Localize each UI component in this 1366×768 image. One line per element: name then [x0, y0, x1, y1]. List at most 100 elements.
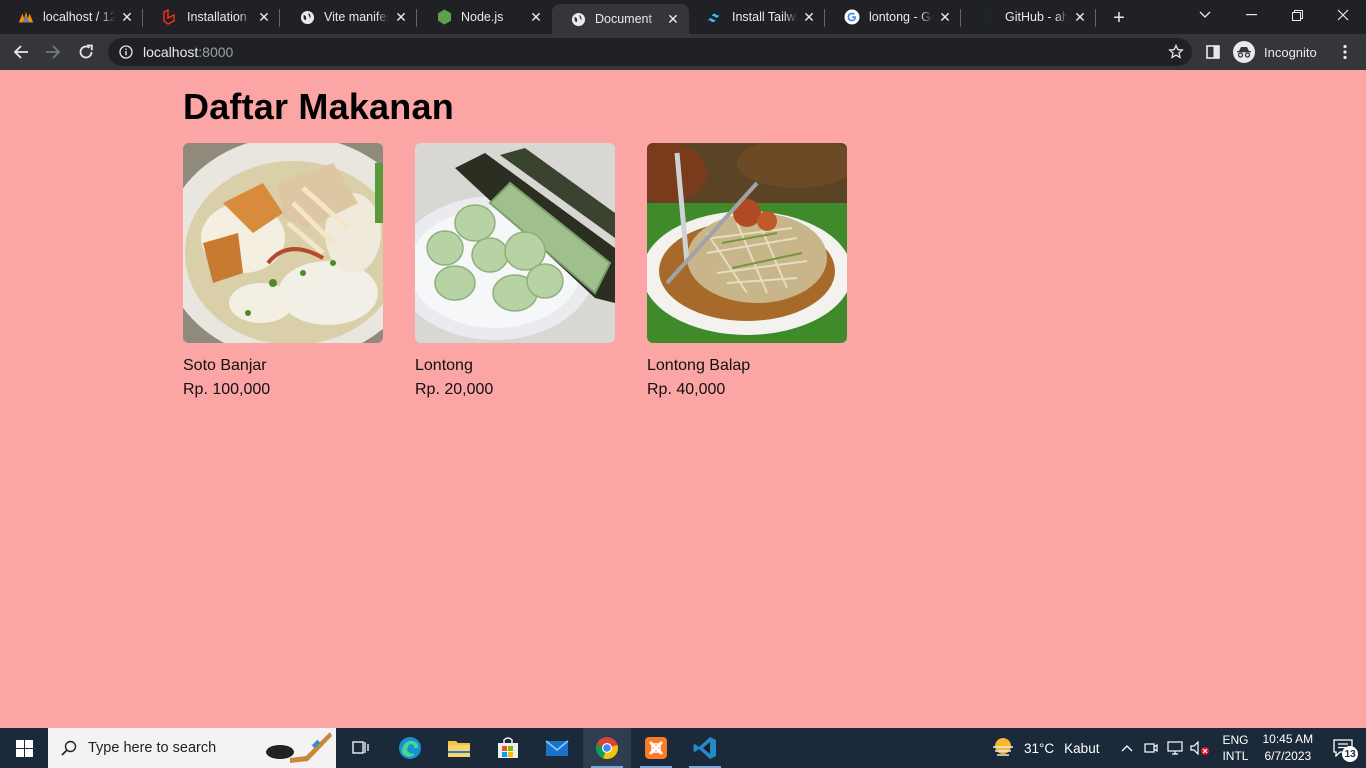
start-button[interactable] [0, 728, 48, 768]
arrow-right-icon [46, 45, 61, 59]
weather-condition[interactable]: Kabut [1064, 741, 1099, 756]
minimize-button[interactable] [1228, 0, 1274, 30]
xampp-icon [645, 737, 667, 759]
arrow-left-icon [13, 45, 28, 59]
close-tab-icon[interactable]: ✕ [937, 9, 953, 25]
kebab-menu-icon [1343, 44, 1347, 60]
chrome-icon [595, 737, 618, 760]
tab-document[interactable]: Document ✕ [552, 4, 689, 34]
tab-label: Document [595, 12, 652, 26]
close-icon [1337, 9, 1349, 21]
tab-laravel[interactable]: Installation - Laravel ✕ [144, 0, 280, 34]
search-icon [61, 740, 77, 756]
notification-center-button[interactable]: 13 [1333, 739, 1359, 762]
close-tab-icon[interactable]: ✕ [801, 9, 817, 25]
taskbar-microsoft-store[interactable] [484, 728, 532, 768]
close-tab-icon[interactable]: ✕ [1072, 9, 1088, 25]
incognito-label: Incognito [1264, 44, 1317, 60]
keyboard-layout: INTL [1222, 749, 1249, 763]
page-title: Daftar Makanan [183, 86, 454, 127]
food-name: Lontong Balap [647, 357, 751, 374]
taskbar-xampp[interactable] [632, 728, 680, 768]
url-host: localhost [143, 44, 199, 60]
food-name: Lontong [415, 357, 473, 374]
language-indicator[interactable]: ENG INTL [1222, 732, 1248, 764]
clock[interactable]: 10:45 AM 6/7/2023 [1262, 731, 1313, 765]
close-tab-icon[interactable]: ✕ [528, 9, 544, 25]
windows-logo-icon [15, 739, 33, 757]
close-tab-icon[interactable]: ✕ [119, 9, 135, 25]
lontong-balap-photo [647, 143, 847, 343]
side-panel-icon [1206, 45, 1220, 59]
side-panel-button[interactable] [1199, 38, 1227, 66]
edge-icon [399, 737, 421, 759]
vscode-icon [693, 737, 716, 759]
taskbar-vscode[interactable] [681, 728, 729, 768]
tab-nodejs[interactable]: Node.js ✕ [418, 0, 552, 34]
tab-label: localhost / 127.0.0.1 [43, 10, 115, 24]
incognito-profile-button[interactable]: Incognito [1233, 38, 1327, 66]
tab-search-button[interactable] [1182, 0, 1228, 30]
task-view-button[interactable] [336, 728, 384, 768]
close-tab-icon[interactable]: ✕ [256, 9, 272, 25]
chevron-down-icon [1199, 11, 1211, 18]
tab-label: Install Tailwind CSS [732, 10, 797, 24]
github-icon [980, 9, 996, 25]
tab-google-search[interactable]: lontong - Google Search ✕ [826, 0, 961, 34]
search-placeholder: Type here to search [88, 740, 217, 756]
url-text[interactable]: localhost:8000 [143, 44, 233, 60]
close-window-button[interactable] [1320, 0, 1366, 30]
notification-count-badge: 13 [1342, 746, 1359, 762]
tab-tailwind[interactable]: Install Tailwind CSS ✕ [689, 0, 825, 34]
food-price: Rp. 20,000 [415, 381, 494, 398]
tab-vite-manifest[interactable]: Vite manifest ✕ [281, 0, 417, 34]
taskbar-file-explorer[interactable] [435, 728, 483, 768]
back-button[interactable] [7, 38, 35, 66]
food-card: Soto Banjar Rp. 100,000 [183, 143, 383, 402]
store-icon [498, 737, 518, 758]
google-icon [844, 9, 860, 25]
tab-label: Node.js [461, 10, 504, 24]
close-tab-icon[interactable]: ✕ [665, 11, 681, 27]
taskbar-mail[interactable] [533, 728, 581, 768]
system-tray: 31°C Kabut ENG INTL 10:45 AM 6/7/2023 13 [990, 728, 1366, 768]
browser-tab-strip: localhost / 127.0.0.1 ✕ Installation - L… [0, 0, 1366, 34]
taskbar-chrome[interactable] [583, 728, 631, 768]
reload-icon [79, 44, 93, 59]
lontong-photo [415, 143, 615, 343]
weather-haze-icon[interactable] [990, 737, 1016, 759]
reload-button[interactable] [72, 38, 100, 66]
taskbar-edge[interactable] [386, 728, 434, 768]
new-tab-button[interactable]: + [1108, 7, 1130, 29]
meet-now-icon[interactable] [1144, 741, 1159, 755]
network-icon[interactable] [1167, 741, 1184, 755]
tab-label: GitHub - ahm [1005, 10, 1068, 24]
task-view-icon [352, 741, 369, 754]
url-port: :8000 [198, 44, 234, 60]
address-bar[interactable]: localhost:8000 [108, 38, 1192, 66]
tab-github[interactable]: GitHub - ahm ✕ [962, 0, 1096, 34]
mail-icon [545, 740, 569, 756]
taskbar-search-box[interactable]: Type here to search [48, 728, 336, 768]
food-card: Lontong Balap Rp. 40,000 [647, 143, 847, 402]
restore-icon [1291, 9, 1303, 21]
tab-phpmyadmin[interactable]: localhost / 127.0.0.1 ✕ [0, 0, 143, 34]
laravel-icon [162, 9, 178, 25]
close-tab-icon[interactable]: ✕ [393, 9, 409, 25]
language-code: ENG [1222, 733, 1249, 747]
clock-time: 10:45 AM [1262, 732, 1314, 746]
tailwind-icon [707, 9, 723, 25]
volume-muted-icon[interactable] [1190, 741, 1210, 755]
forward-button[interactable] [39, 38, 67, 66]
globe-icon [299, 9, 315, 25]
nodejs-icon [436, 9, 452, 25]
food-name: Soto Banjar [183, 357, 267, 374]
chevron-up-icon[interactable] [1121, 744, 1133, 752]
weather-temperature[interactable]: 31°C [1024, 741, 1054, 756]
clock-date: 6/7/2023 [1264, 749, 1312, 763]
info-icon[interactable] [119, 45, 133, 59]
browser-menu-button[interactable] [1331, 38, 1359, 66]
browser-toolbar: localhost:8000 Incognito [0, 34, 1366, 70]
bookmark-star-icon[interactable] [1168, 44, 1184, 60]
restore-button[interactable] [1274, 0, 1320, 30]
